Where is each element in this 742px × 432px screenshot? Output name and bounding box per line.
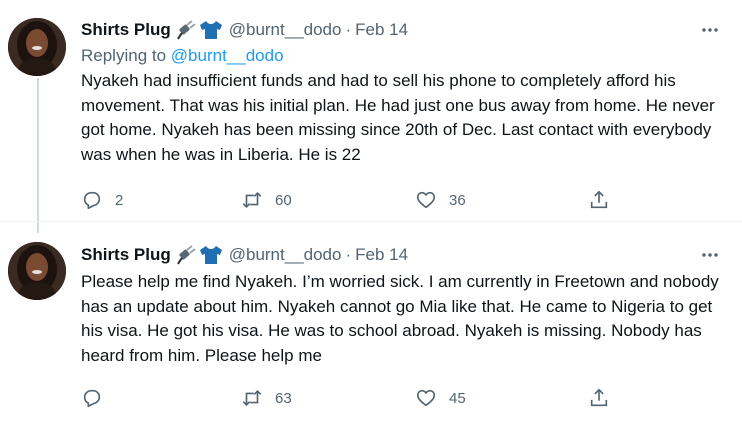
like-button[interactable]: 36 xyxy=(415,189,466,211)
tweet-content: Shirts Plug @burnt__dodo · Feb 14 xyxy=(81,243,726,368)
handle[interactable]: @burnt__dodo xyxy=(229,245,342,265)
more-dots-icon xyxy=(702,28,718,32)
tweet-actions: 63 45 xyxy=(81,387,641,411)
plug-emoji-icon xyxy=(176,20,196,40)
avatar[interactable] xyxy=(8,242,66,300)
heart-icon xyxy=(416,389,436,407)
share-button[interactable] xyxy=(588,387,610,409)
plug-emoji-icon xyxy=(176,245,196,265)
tweet-date[interactable]: Feb 14 xyxy=(355,245,408,265)
share-icon xyxy=(590,388,608,407)
tweet-date[interactable]: Feb 14 xyxy=(355,20,408,40)
like-count: 36 xyxy=(449,191,466,209)
tweet-actions: 2 60 36 xyxy=(81,189,641,213)
reply-button[interactable]: 2 xyxy=(81,189,123,211)
separator-dot: · xyxy=(345,245,352,264)
name-emojis xyxy=(176,20,223,40)
retweet-count: 60 xyxy=(275,191,292,209)
reply-button[interactable] xyxy=(81,387,115,409)
display-name[interactable]: Shirts Plug xyxy=(81,245,171,265)
tshirt-emoji-icon xyxy=(199,246,222,264)
retweet-icon xyxy=(242,389,262,407)
share-icon xyxy=(590,190,608,209)
replying-to: Replying to @burnt__dodo xyxy=(81,46,726,68)
retweet-button[interactable]: 63 xyxy=(241,387,292,409)
tweet[interactable]: Shirts Plug @burnt__dodo · Feb 14 xyxy=(0,0,742,221)
replying-prefix: Replying to xyxy=(81,46,167,65)
like-count: 45 xyxy=(449,389,466,407)
reply-count: 2 xyxy=(115,191,124,209)
tweet-header: Shirts Plug @burnt__dodo · Feb 14 xyxy=(81,243,726,267)
retweet-count: 63 xyxy=(275,389,292,407)
avatar[interactable] xyxy=(8,18,66,76)
handle[interactable]: @burnt__dodo xyxy=(229,20,342,40)
separator-dot: · xyxy=(345,20,352,39)
replying-mention-link[interactable]: @burnt__dodo xyxy=(171,46,284,65)
more-dots-icon xyxy=(702,253,718,257)
display-name[interactable]: Shirts Plug xyxy=(81,20,171,40)
avatar-image xyxy=(8,242,66,300)
tweet-header: Shirts Plug @burnt__dodo · Feb 14 xyxy=(81,18,726,42)
tweet[interactable]: Shirts Plug @burnt__dodo · Feb 14 xyxy=(0,221,742,432)
tweet-text: Please help me find Nyakeh. I’m worried … xyxy=(81,272,719,365)
avatar-image xyxy=(8,18,66,76)
name-emojis xyxy=(176,245,223,265)
tweet-text: Nyakeh had insufficient funds and had to… xyxy=(81,71,715,164)
like-button[interactable]: 45 xyxy=(415,387,466,409)
heart-icon xyxy=(416,191,436,209)
reply-icon xyxy=(83,191,101,210)
reply-icon xyxy=(83,389,101,408)
tweet-thread: Shirts Plug @burnt__dodo · Feb 14 Replyi… xyxy=(0,0,742,431)
more-options-button[interactable] xyxy=(694,18,726,42)
share-button[interactable] xyxy=(588,189,610,211)
tshirt-emoji-icon xyxy=(199,21,222,39)
more-options-button[interactable] xyxy=(694,243,726,267)
tweet-content: Shirts Plug @burnt__dodo · Feb 14 xyxy=(81,18,726,167)
retweet-button[interactable]: 60 xyxy=(241,189,292,211)
retweet-icon xyxy=(242,191,262,209)
